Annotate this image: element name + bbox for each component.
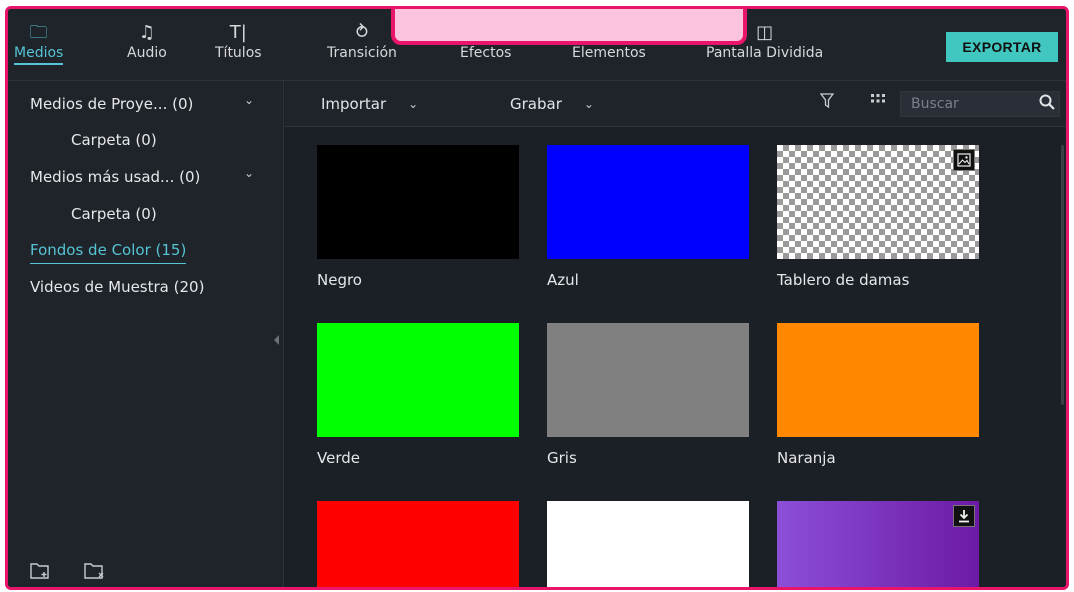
media-sidebar: Medios de Proye... (0) ⌄ Carpeta (0) Med… — [8, 81, 284, 587]
filter-icon[interactable] — [819, 93, 835, 113]
sidebar-item-color-backgrounds[interactable]: Fondos de Color (15) — [30, 241, 187, 264]
chevron-down-icon: ⌄ — [408, 97, 419, 111]
tab-label: Títulos — [215, 45, 262, 61]
library-toolbar: Importar ⌄ Grabar ⌄ — [285, 81, 1066, 127]
media-thumbnail — [547, 323, 749, 437]
media-thumbnail — [317, 323, 519, 437]
media-label: Naranja — [777, 449, 836, 467]
media-label: Tablero de damas — [777, 271, 910, 289]
tab-label: Elementos — [572, 45, 646, 61]
sidebar-item-label: Videos de Muestra (20) — [30, 278, 205, 296]
media-label: Negro — [317, 271, 362, 289]
export-button[interactable]: EXPORTAR — [946, 32, 1058, 62]
image-icon — [953, 149, 975, 171]
grid-view-icon[interactable] — [870, 93, 886, 113]
tab-audio[interactable]: ♫ Audio — [127, 21, 167, 61]
media-label: Verde — [317, 449, 360, 467]
split-screen-icon: ◫ — [756, 22, 774, 43]
media-thumbnail — [317, 145, 519, 259]
media-thumbnail — [547, 501, 749, 587]
folder-icon: 🗀 — [29, 22, 48, 43]
media-thumbnail — [777, 145, 979, 259]
annotation-overlay — [391, 9, 747, 45]
tab-titulos[interactable]: T| Títulos — [215, 21, 262, 61]
sidebar-item-label: Medios de Proye... (0) — [30, 95, 194, 113]
media-tile[interactable] — [547, 501, 749, 587]
sidebar-item-label: Carpeta (0) — [71, 205, 157, 223]
tab-medios[interactable]: 🗀 Medios — [14, 21, 64, 65]
media-label: Azul — [547, 271, 579, 289]
chevron-down-icon[interactable]: ⌄ — [244, 166, 254, 180]
sidebar-item-label: Medios más usad... (0) — [30, 168, 201, 186]
media-tile[interactable]: Azul — [547, 145, 749, 289]
search-box — [900, 91, 1060, 117]
sidebar-item-label: Fondos de Color (15) — [30, 241, 187, 259]
download-icon[interactable] — [953, 505, 975, 527]
media-tile[interactable] — [317, 501, 519, 587]
sidebar-item-sample-videos[interactable]: Videos de Muestra (20) — [30, 278, 204, 296]
import-label: Importar — [321, 95, 387, 113]
media-tile[interactable]: Negro — [317, 145, 519, 289]
tab-label: Pantalla Dividida — [706, 45, 824, 61]
import-dropdown[interactable]: Importar ⌄ — [321, 95, 418, 113]
record-label: Grabar — [510, 95, 562, 113]
new-folder-icon[interactable] — [30, 562, 50, 585]
media-tile[interactable]: Gris — [547, 323, 749, 467]
app-window: 🗀 Medios ♫ Audio T| Títulos ⥁ Transición… — [5, 6, 1069, 590]
search-icon[interactable] — [1039, 94, 1055, 114]
sidebar-item-project-media[interactable]: Medios de Proye... (0) — [30, 95, 193, 113]
chevron-down-icon: ⌄ — [583, 97, 594, 111]
delete-folder-icon[interactable] — [84, 562, 106, 585]
media-tile[interactable] — [777, 501, 979, 587]
media-label: Gris — [547, 449, 577, 467]
tab-label: Efectos — [460, 45, 512, 61]
transition-icon: ⥁ — [355, 22, 369, 43]
tab-transicion[interactable]: ⥁ Transición — [327, 21, 397, 61]
tab-label: Medios — [14, 45, 64, 65]
text-cursor-icon: T| — [229, 22, 247, 43]
music-note-icon: ♫ — [138, 22, 155, 43]
tab-label: Transición — [327, 45, 397, 61]
media-tile[interactable]: Tablero de damas — [777, 145, 979, 289]
media-thumbnail — [547, 145, 749, 259]
sidebar-item-folder[interactable]: Carpeta (0) — [71, 205, 157, 223]
collapse-sidebar-handle[interactable] — [274, 335, 279, 345]
tab-label: Audio — [127, 45, 167, 61]
sidebar-item-label: Carpeta (0) — [71, 131, 157, 149]
chevron-down-icon[interactable]: ⌄ — [244, 93, 254, 107]
media-library-panel: Importar ⌄ Grabar ⌄ Buscar Negro Azul Ta… — [285, 81, 1066, 587]
media-thumbnail — [777, 323, 979, 437]
media-tile[interactable]: Naranja — [777, 323, 979, 467]
sidebar-item-folder[interactable]: Carpeta (0) — [71, 131, 157, 149]
sidebar-item-most-used[interactable]: Medios más usad... (0) — [30, 168, 200, 186]
scrollbar[interactable] — [1061, 145, 1064, 405]
media-thumbnail — [317, 501, 519, 587]
media-tile[interactable]: Verde — [317, 323, 519, 467]
search-input[interactable] — [901, 96, 1031, 112]
record-dropdown[interactable]: Grabar ⌄ — [510, 95, 594, 113]
media-thumbnail — [777, 501, 979, 587]
